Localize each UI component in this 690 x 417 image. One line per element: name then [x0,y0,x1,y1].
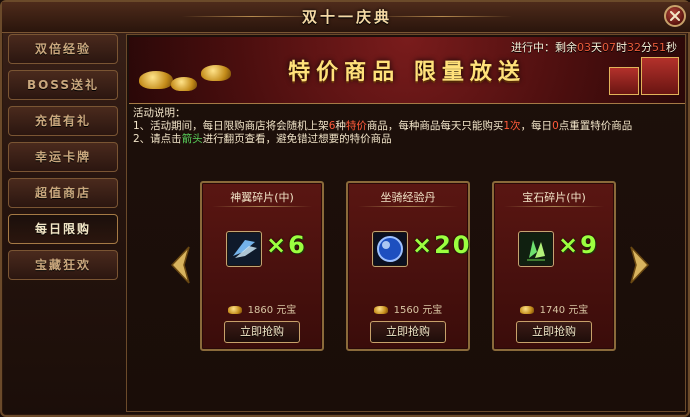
event-window: 双十一庆典 双倍经验 BOSS送礼 充值有礼 幸运卡牌 超值商店 每日限购 宝藏… [0,0,690,417]
countdown-minutes: 32 [627,41,641,54]
item-slot[interactable] [226,231,262,267]
desc-highlight: 特价 [345,120,367,132]
tab-daily-limited[interactable]: 每日限购 [8,214,118,244]
countdown-days-unit: 天 [591,41,602,54]
gold-ingot-icon [227,306,242,314]
desc-text: 1、活动期间，每日限购商店将会随机上架 [133,120,329,132]
countdown-minutes-unit: 分 [641,41,652,54]
shop-item-card: 宝石碎片(中) ×9 1740 元宝 立即抢购 [492,181,616,351]
item-name: 坐骑经验丹 [380,191,436,204]
next-page-arrow[interactable] [629,245,651,285]
gold-ingot-icon [373,306,388,314]
countdown: 进行中：剩余03天07时32分51秒 [511,39,677,55]
close-icon [670,11,680,21]
desc-text: 进行翻页查看，避免错过想要的特价商品 [202,133,392,145]
tab-treasure-carnival[interactable]: 宝藏狂欢 [8,250,118,280]
item-price: 1860 元宝 [202,301,322,316]
countdown-seconds-unit: 秒 [666,41,677,54]
description-heading: 活动说明： [133,107,186,119]
gem-shard-icon [520,233,552,265]
countdown-prefix: 进行中：剩余 [511,41,577,54]
price-value: 1740 [539,305,566,316]
buy-now-button[interactable]: 立即抢购 [224,321,300,343]
tab-double-exp[interactable]: 双倍经验 [8,34,118,64]
shop-item-card: 坐骑经验丹 ×20 1560 元宝 立即抢购 [346,181,470,351]
price-currency: 元宝 [422,305,443,316]
item-quantity: ×20 [412,231,472,259]
divider [212,206,312,207]
item-price: 1740 元宝 [494,301,614,316]
desc-highlight: 箭头 [181,133,203,145]
countdown-hours: 07 [602,41,616,54]
title-bar: 双十一庆典 [2,2,690,33]
desc-text: 2、请点击 [133,133,182,145]
item-quantity: ×9 [558,231,599,259]
countdown-seconds: 51 [652,41,666,54]
item-quantity: ×6 [266,231,307,259]
price-value: 1560 [393,305,420,316]
item-name: 神翼碎片(中) [230,191,294,204]
buy-now-button[interactable]: 立即抢购 [516,321,592,343]
shop-item-card: 神翼碎片(中) ×6 1860 元宝 立即抢购 [200,181,324,351]
price-value: 1860 [247,305,274,316]
buy-now-button[interactable]: 立即抢购 [370,321,446,343]
sidebar: 双倍经验 BOSS送礼 充值有礼 幸运卡牌 超值商店 每日限购 宝藏狂欢 [8,34,120,412]
desc-text: 商品，每种商品每天只能购买 [366,120,504,132]
desc-text: ，每日 [520,120,553,132]
tab-lucky-cards[interactable]: 幸运卡牌 [8,142,118,172]
price-currency: 元宝 [568,305,589,316]
window-title: 双十一庆典 [301,8,392,26]
desc-text: 点重置特价商品 [558,120,633,132]
tab-recharge-gift[interactable]: 充值有礼 [8,106,118,136]
event-description: 活动说明： 1、活动期间，每日限购商店将会随机上架6种特价商品，每种商品每天只能… [133,107,681,146]
price-currency: 元宝 [276,305,297,316]
gold-ingot-icon [519,306,534,314]
desc-highlight: 1次 [503,120,521,132]
wing-shard-icon [228,233,260,265]
banner-title: 特价商品 限量放送 [288,60,526,85]
item-slot[interactable] [372,231,408,267]
countdown-hours-unit: 时 [616,41,627,54]
promo-banner: 特价商品 限量放送 进行中：剩余03天07时32分51秒 [129,37,685,104]
item-price: 1560 元宝 [348,301,468,316]
tab-boss-gift[interactable]: BOSS送礼 [8,70,118,100]
divider [504,206,604,207]
description-line-2: 2、请点击箭头进行翻页查看，避免错过想要的特价商品 [133,133,681,146]
description-line-1: 1、活动期间，每日限购商店将会随机上架6种特价商品，每种商品每天只能购买1次，每… [133,120,681,133]
close-button[interactable] [664,5,686,27]
desc-text: 种 [335,120,346,132]
desc-highlight: 0 [552,120,559,132]
countdown-days: 03 [577,41,591,54]
item-name: 宝石碎片(中) [522,191,586,204]
mount-exp-pill-icon [374,233,406,265]
item-slot[interactable] [518,231,554,267]
main-panel: 特价商品 限量放送 进行中：剩余03天07时32分51秒 活动说明： 1、活动期… [126,34,686,412]
tab-value-shop[interactable]: 超值商店 [8,178,118,208]
divider [358,206,458,207]
prev-page-arrow[interactable] [169,245,191,285]
